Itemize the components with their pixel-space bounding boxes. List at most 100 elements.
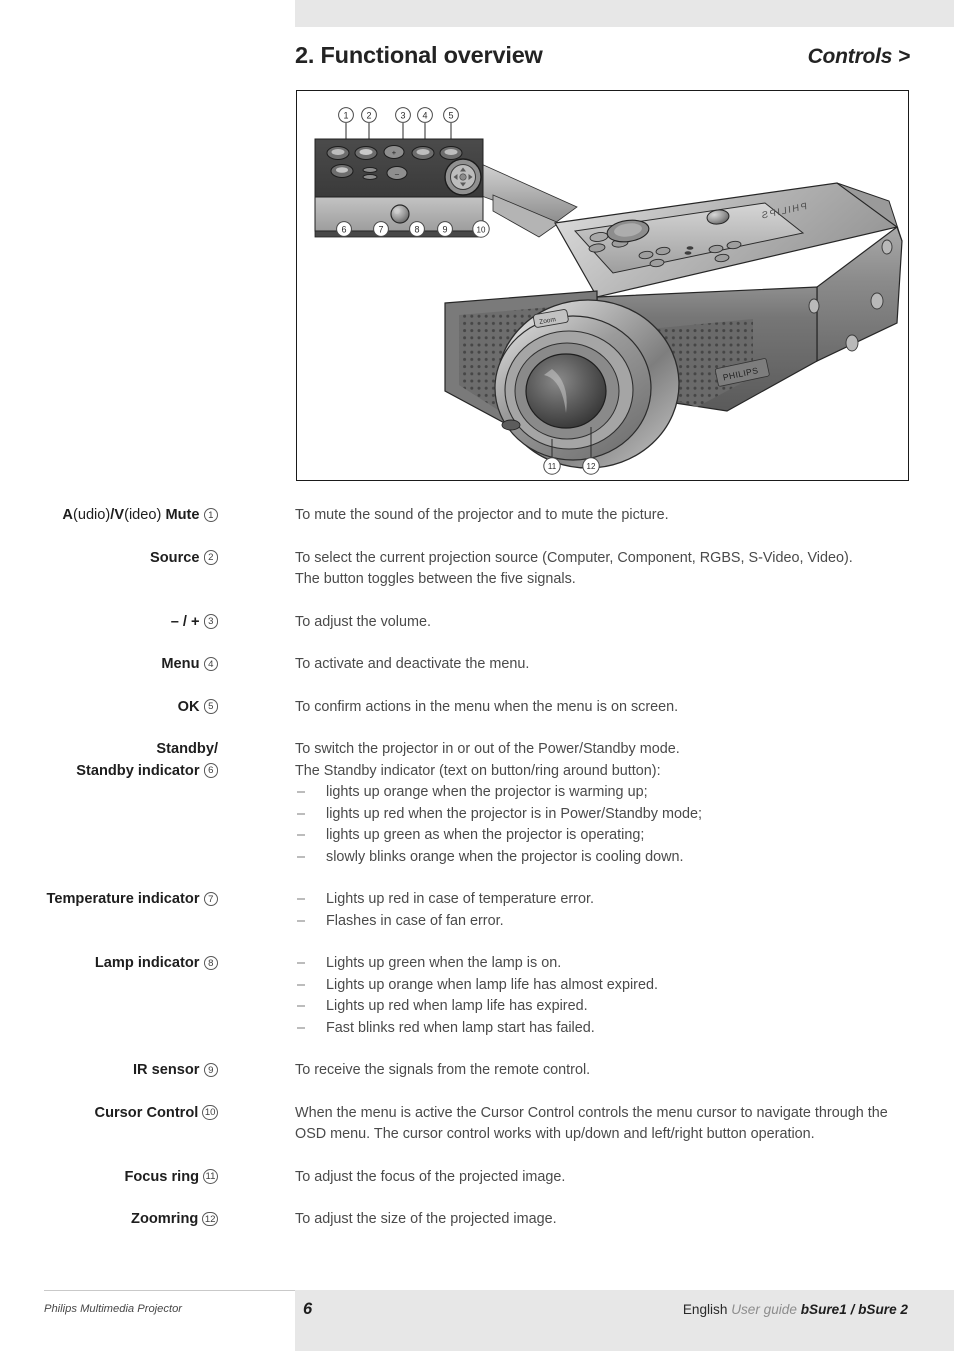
footer-divider [44,1289,295,1291]
spec-term-segment: Source [150,549,200,566]
footer-model: bSure1 / bSure 2 [800,1302,908,1317]
panel-ir-sensor [390,204,410,224]
callout-number-8: 8 [203,955,218,970]
spec-bullet-list: – Lights up green when the lamp is on. – Li… [295,953,658,1039]
spec-definition-cursor-control: When the menu is active the Cursor Contr… [295,1103,888,1146]
spec-term-segment: Menu [161,656,200,672]
footer-grey-band [295,1290,954,1351]
bullet-dash-icon: – [297,1019,306,1036]
spec-definition-focus-ring: To adjust the focus of the projected ima… [295,1167,565,1189]
spec-paragraph: To switch the projector in or out of the… [295,741,680,757]
spec-bullet-item: – lights up orange when the projector is … [295,782,702,804]
callout-number-5: 5 [203,699,218,714]
spec-term-volume: – / +3 [0,612,224,634]
footer-product-line: Philips Multimedia Projector [44,1303,183,1315]
callout-number-3: 3 [203,614,218,629]
spec-term-av-mute: A(udio)/V(ideo) Mute 1 [0,505,224,527]
spec-term-zoomring: Zoomring 12 [0,1209,224,1231]
spec-term-line: A(udio)/V(ideo) Mute 1 [0,505,218,527]
svg-text:8: 8 [414,224,419,234]
spec-paragraph: The Standby indicator (text on button/ri… [295,762,661,779]
page-header: 2. Functional overview Controls > [295,42,910,76]
spec-definition-temperature-indicator: – Lights up red in case of temperature er… [295,889,594,932]
bullet-dash-icon: – [297,976,306,993]
svg-text:11: 11 [548,462,557,471]
callout-number-4: 4 [203,656,218,671]
spec-row-menu: Menu 4 To activate and deactivate the menu… [0,654,954,676]
spec-paragraph: To adjust the focus of the projected ima… [295,1168,566,1185]
spec-term-line: Temperature indicator 7 [0,889,218,911]
footer-edition: English User guide bSure1 / bSure 2 [683,1302,908,1317]
spec-paragraph: To receive the signals from the remote c… [295,1062,591,1078]
spec-definition-ok: To confirm actions in the menu when the … [295,697,678,719]
footer-language: English [682,1302,728,1317]
svg-text:6: 6 [341,224,346,234]
callout-number-2: 2 [203,550,218,565]
spec-term-focus-ring: Focus ring 11 [0,1167,224,1189]
svg-text:1: 1 [343,110,348,120]
spec-definition-source: To select the current projection source … [295,548,853,591]
lens-assembly: Zoom [494,299,680,469]
spec-term-segment: Lamp indicator [94,955,200,971]
spec-bullet-item: – slowly blinks orange when the projector… [295,847,702,869]
page-number: 6 [303,1300,313,1318]
svg-text:10: 10 [477,225,486,234]
svg-text:12: 12 [587,462,596,471]
spec-bullet-item: – Lights up orange when lamp life has alm… [295,975,658,997]
spec-definition-zoomring: To adjust the size of the projected imag… [295,1209,557,1231]
spec-bullet-item: – lights up green as when the projector i… [295,825,702,847]
spec-term-menu: Menu 4 [0,654,224,676]
spec-term-line: OK 5 [0,697,218,719]
header-grey-band [295,0,954,27]
spec-term-standby: Standby/Standby indicator 6 [0,739,224,782]
bullet-dash-icon: – [297,912,306,929]
callout-number-11: 11 [203,1169,218,1184]
spec-definition-volume: To adjust the volume. [295,612,431,634]
spec-term-ok: OK 5 [0,697,224,719]
spec-term-line: Zoomring 12 [0,1209,218,1231]
spec-row-ir-sensor: IR sensor 9 To receive the signals from th… [0,1060,954,1082]
spec-paragraph: To mute the sound of the projector and t… [295,507,669,523]
spec-definition-standby: To switch the projector in or out of the… [295,739,702,868]
section-title: Controls > [807,45,911,68]
spec-definition-av-mute: To mute the sound of the projector and t… [295,505,669,527]
svg-text:+: + [392,148,397,157]
spec-term-line: Source 2 [0,548,218,570]
callout-number-12: 12 [202,1211,218,1226]
spec-paragraph: To activate and deactivate the menu. [295,656,530,672]
spec-term-segment: Cursor Control [94,1104,199,1121]
spec-bullet-item: – Flashes in case of fan error. [295,911,594,933]
callout-number-1: 1 [203,507,218,522]
spec-term-segment: /V [110,507,125,523]
spec-term-segment: Standby/ [156,741,218,757]
spec-term-line: Cursor Control 10 [0,1103,218,1125]
spec-bullet-list: – Lights up red in case of temperature er… [295,889,594,932]
spec-term-line: Standby indicator 6 [0,761,218,783]
spec-term-lamp-indicator: Lamp indicator 8 [0,953,224,975]
spec-term-line: – / +3 [0,612,218,634]
spec-term-segment: (udio) [72,507,111,523]
spec-row-temperature-indicator: Temperature indicator 7 – Lights up red in … [0,889,954,932]
spec-term-temperature-indicator: Temperature indicator 7 [0,889,224,911]
spec-row-av-mute: A(udio)/V(ideo) Mute 1 To mute the sound o… [0,505,954,527]
controls-description-list: A(udio)/V(ideo) Mute 1 To mute the sound o… [0,505,954,1252]
spec-row-cursor-control: Cursor Control 10 When the menu is active … [0,1103,954,1146]
projector-body: PHILIPS PHILIPS Zoom [444,182,903,469]
spec-paragraph: OSD menu. The cursor control works with … [295,1126,815,1142]
spec-paragraph: To select the current projection source … [295,549,853,566]
spec-term-line: Menu 4 [0,654,218,676]
spec-row-source: Source 2 To select the current projection … [0,548,954,591]
svg-text:7: 7 [378,224,383,234]
projector-illustration: + – 1 2 3 4 5 6 7 8 9 10 PHILIPS PHILIPS… [314,107,903,475]
spec-bullet-list: – lights up orange when the projector is … [295,782,702,868]
spec-term-line: Lamp indicator 8 [0,953,218,975]
svg-text:2: 2 [366,110,371,120]
bullet-dash-icon: – [297,955,306,971]
spec-bullet-item: – Fast blinks red when lamp start has fai… [295,1018,658,1040]
spec-row-focus-ring: Focus ring 11 To adjust the focus of the p… [0,1167,954,1189]
spec-term-segment: A [62,507,73,523]
svg-text:5: 5 [448,110,453,120]
spec-row-standby: Standby/Standby indicator 6 To switch the … [0,739,954,868]
callout-number-9: 9 [203,1062,218,1077]
spec-paragraph: To confirm actions in the menu when the … [295,698,679,715]
